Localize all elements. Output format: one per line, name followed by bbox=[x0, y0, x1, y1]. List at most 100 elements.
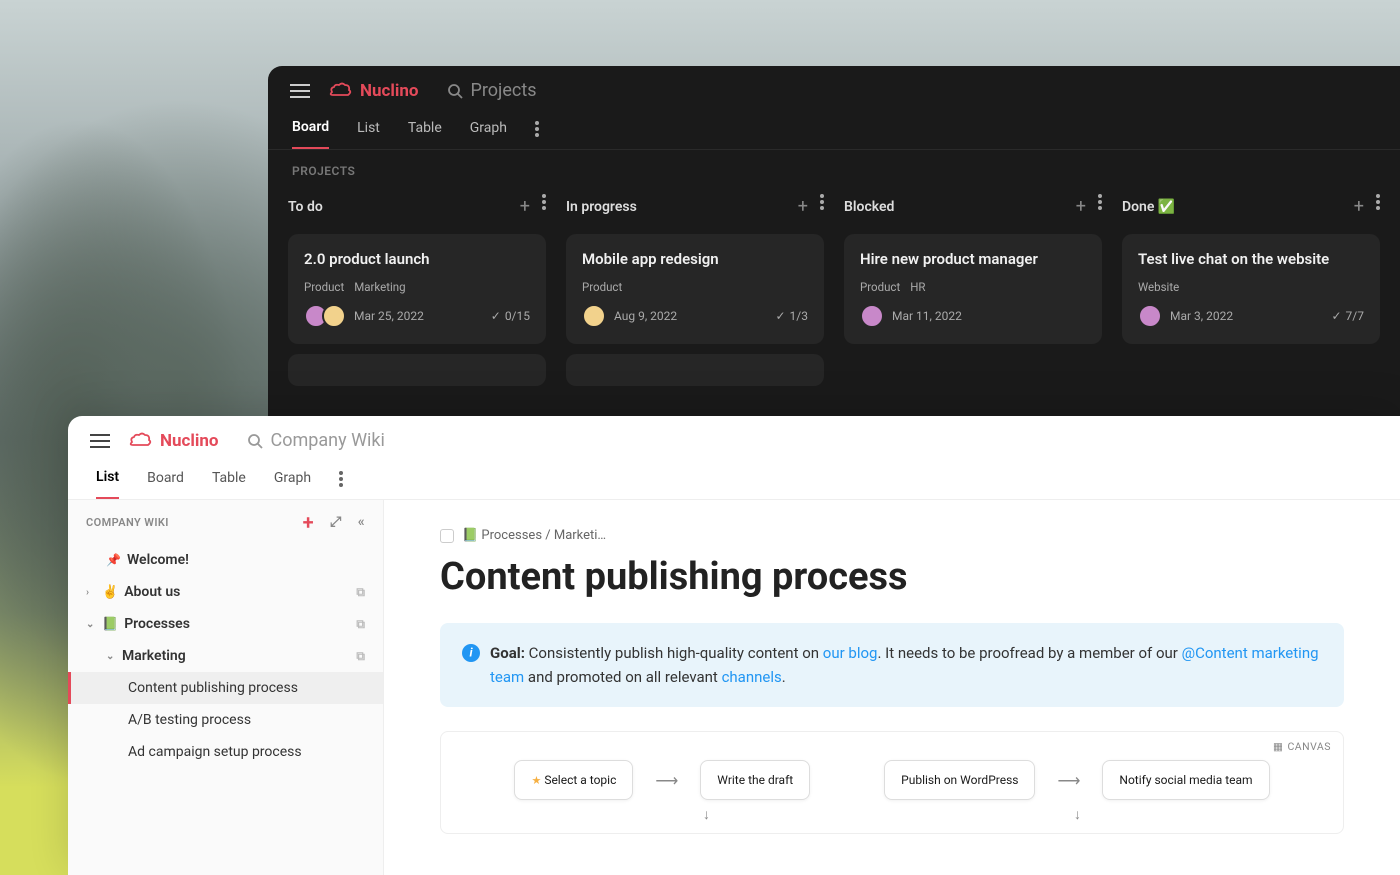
tag: HR bbox=[910, 280, 925, 294]
arrow-down-icon: ↓ bbox=[703, 806, 710, 823]
book-icon: 📗 bbox=[102, 617, 118, 632]
sidebar-item-label: A/B testing process bbox=[128, 712, 251, 728]
column-menu-icon[interactable] bbox=[542, 194, 546, 210]
add-card-button[interactable]: + bbox=[1076, 198, 1086, 216]
collapse-icon[interactable]: « bbox=[358, 514, 365, 530]
canvas-embed[interactable]: ▦CANVAS ★Select a topic ⟶ Write the draf… bbox=[440, 731, 1344, 834]
sidebar-item-label: Ad campaign setup process bbox=[128, 744, 302, 760]
card-tags: Website bbox=[1138, 280, 1364, 294]
card-checklist: ✓1/3 bbox=[775, 309, 808, 323]
view-tabs: List Board Table Graph bbox=[68, 451, 1400, 500]
column-menu-icon[interactable] bbox=[1098, 194, 1102, 210]
sidebar-heading: COMPANY WIKI bbox=[86, 516, 169, 529]
sidebar-item-processes[interactable]: ⌄ 📗 Processes ⧉ bbox=[68, 608, 383, 640]
breadcrumb-path: 📗 Processes / Marketi… bbox=[462, 528, 606, 543]
card[interactable]: Test live chat on the website Website Ma… bbox=[1122, 234, 1380, 344]
canvas-node[interactable]: Write the draft bbox=[700, 760, 810, 800]
add-card-button[interactable]: + bbox=[520, 198, 530, 216]
tab-graph[interactable]: Graph bbox=[274, 470, 311, 498]
link-our-blog[interactable]: our blog bbox=[823, 644, 878, 662]
sidebar-item-marketing[interactable]: ⌄Marketing ⧉ bbox=[68, 640, 383, 672]
canvas-node[interactable]: Notify social media team bbox=[1102, 760, 1269, 800]
sidebar-item-label: Content publishing process bbox=[128, 680, 298, 696]
column-title: Done ✅ bbox=[1122, 199, 1175, 215]
sidebar-item-ad-campaign[interactable]: Ad campaign setup process bbox=[68, 736, 383, 768]
expand-icon[interactable]: ⤢ bbox=[330, 514, 342, 530]
avatars bbox=[304, 304, 346, 328]
tab-board[interactable]: Board bbox=[147, 470, 184, 498]
checkbox-icon[interactable] bbox=[440, 529, 454, 543]
kebab-icon[interactable] bbox=[339, 471, 343, 487]
sidebar-item-about[interactable]: ›✌️About us ⧉ bbox=[68, 576, 383, 608]
canvas-flow-row: ★Select a topic ⟶ Write the draft Publis… bbox=[481, 760, 1303, 800]
tab-list[interactable]: List bbox=[96, 469, 119, 499]
add-card-button[interactable]: + bbox=[798, 198, 808, 216]
card-title: Mobile app redesign bbox=[582, 250, 808, 268]
menu-icon[interactable] bbox=[290, 84, 310, 98]
avatars bbox=[1138, 304, 1162, 328]
chevron-down-icon[interactable]: ⌄ bbox=[86, 619, 96, 630]
view-tabs: Board List Table Graph bbox=[268, 101, 1400, 150]
card[interactable]: Hire new product manager Product HR Mar … bbox=[844, 234, 1102, 344]
card-placeholder[interactable] bbox=[566, 354, 824, 386]
kebab-icon[interactable] bbox=[535, 121, 539, 137]
card-checklist: ✓0/15 bbox=[491, 309, 530, 323]
sidebar-item-ab-testing[interactable]: A/B testing process bbox=[68, 704, 383, 736]
canvas-node-label: Write the draft bbox=[717, 773, 793, 787]
card[interactable]: 2.0 product launch Product Marketing Mar… bbox=[288, 234, 546, 344]
copy-icon[interactable]: ⧉ bbox=[356, 617, 365, 632]
column-title: In progress bbox=[566, 199, 637, 215]
canvas-badge: ▦CANVAS bbox=[1273, 740, 1331, 753]
check-icon: ✓ bbox=[491, 309, 501, 323]
copy-icon[interactable]: ⧉ bbox=[356, 649, 365, 664]
card-tags: Product Marketing bbox=[304, 280, 530, 294]
logo-text: Nuclino bbox=[360, 81, 419, 101]
sidebar-item-label: Processes bbox=[124, 616, 190, 632]
tab-table[interactable]: Table bbox=[408, 120, 442, 148]
chevron-down-icon[interactable]: ⌄ bbox=[106, 651, 116, 662]
arrow-down-icon: ↓ bbox=[1074, 806, 1081, 823]
section-heading: PROJECTS bbox=[268, 150, 1400, 178]
canvas-node-label: Select a topic bbox=[544, 773, 616, 787]
card[interactable]: Mobile app redesign Product Aug 9, 2022 … bbox=[566, 234, 824, 344]
goal-part: Consistently publish high-quality conten… bbox=[525, 644, 823, 662]
light-body: COMPANY WIKI + ⤢ « 📌Welcome! ›✌️About us… bbox=[68, 500, 1400, 875]
canvas-flow-connectors: ↓ ↓ bbox=[481, 806, 1303, 823]
dark-header: Nuclino Projects bbox=[268, 66, 1400, 101]
canvas-node[interactable]: Publish on WordPress bbox=[884, 760, 1035, 800]
search-button[interactable]: Company Wiki bbox=[247, 430, 385, 451]
breadcrumb[interactable]: 📗 Processes / Marketi… bbox=[440, 528, 1344, 543]
tab-board[interactable]: Board bbox=[292, 119, 329, 149]
sidebar-item-welcome[interactable]: 📌Welcome! bbox=[68, 544, 383, 576]
logo[interactable]: Nuclino bbox=[328, 81, 419, 101]
check-icon: ✓ bbox=[775, 309, 785, 323]
page-title: Content publishing process bbox=[440, 555, 1344, 599]
logo[interactable]: Nuclino bbox=[128, 431, 219, 451]
sidebar-heading-row: COMPANY WIKI + ⤢ « bbox=[68, 500, 383, 544]
goal-text: Goal: Consistently publish high-quality … bbox=[490, 641, 1322, 689]
search-icon bbox=[247, 433, 263, 449]
menu-icon[interactable] bbox=[90, 434, 110, 448]
goal-part: . bbox=[782, 668, 786, 686]
avatars bbox=[582, 304, 606, 328]
column-menu-icon[interactable] bbox=[1376, 194, 1380, 210]
card-tags: Product bbox=[582, 280, 808, 294]
tab-list[interactable]: List bbox=[357, 120, 380, 148]
light-header: Nuclino Company Wiki bbox=[68, 416, 1400, 451]
add-page-button[interactable]: + bbox=[303, 512, 314, 532]
tab-graph[interactable]: Graph bbox=[470, 120, 507, 148]
column-menu-icon[interactable] bbox=[820, 194, 824, 210]
logo-icon bbox=[328, 82, 352, 100]
info-icon bbox=[462, 644, 480, 662]
chevron-right-icon[interactable]: › bbox=[86, 587, 96, 598]
tab-table[interactable]: Table bbox=[212, 470, 246, 498]
card-placeholder[interactable] bbox=[288, 354, 546, 386]
copy-icon[interactable]: ⧉ bbox=[356, 585, 365, 600]
sidebar-item-content-publishing[interactable]: Content publishing process bbox=[68, 672, 383, 704]
search-button[interactable]: Projects bbox=[447, 80, 537, 101]
tag: Product bbox=[582, 280, 622, 294]
add-card-button[interactable]: + bbox=[1354, 198, 1364, 216]
tag: Marketing bbox=[354, 280, 405, 294]
canvas-node[interactable]: ★Select a topic bbox=[514, 760, 633, 800]
link-channels[interactable]: channels bbox=[722, 668, 782, 686]
